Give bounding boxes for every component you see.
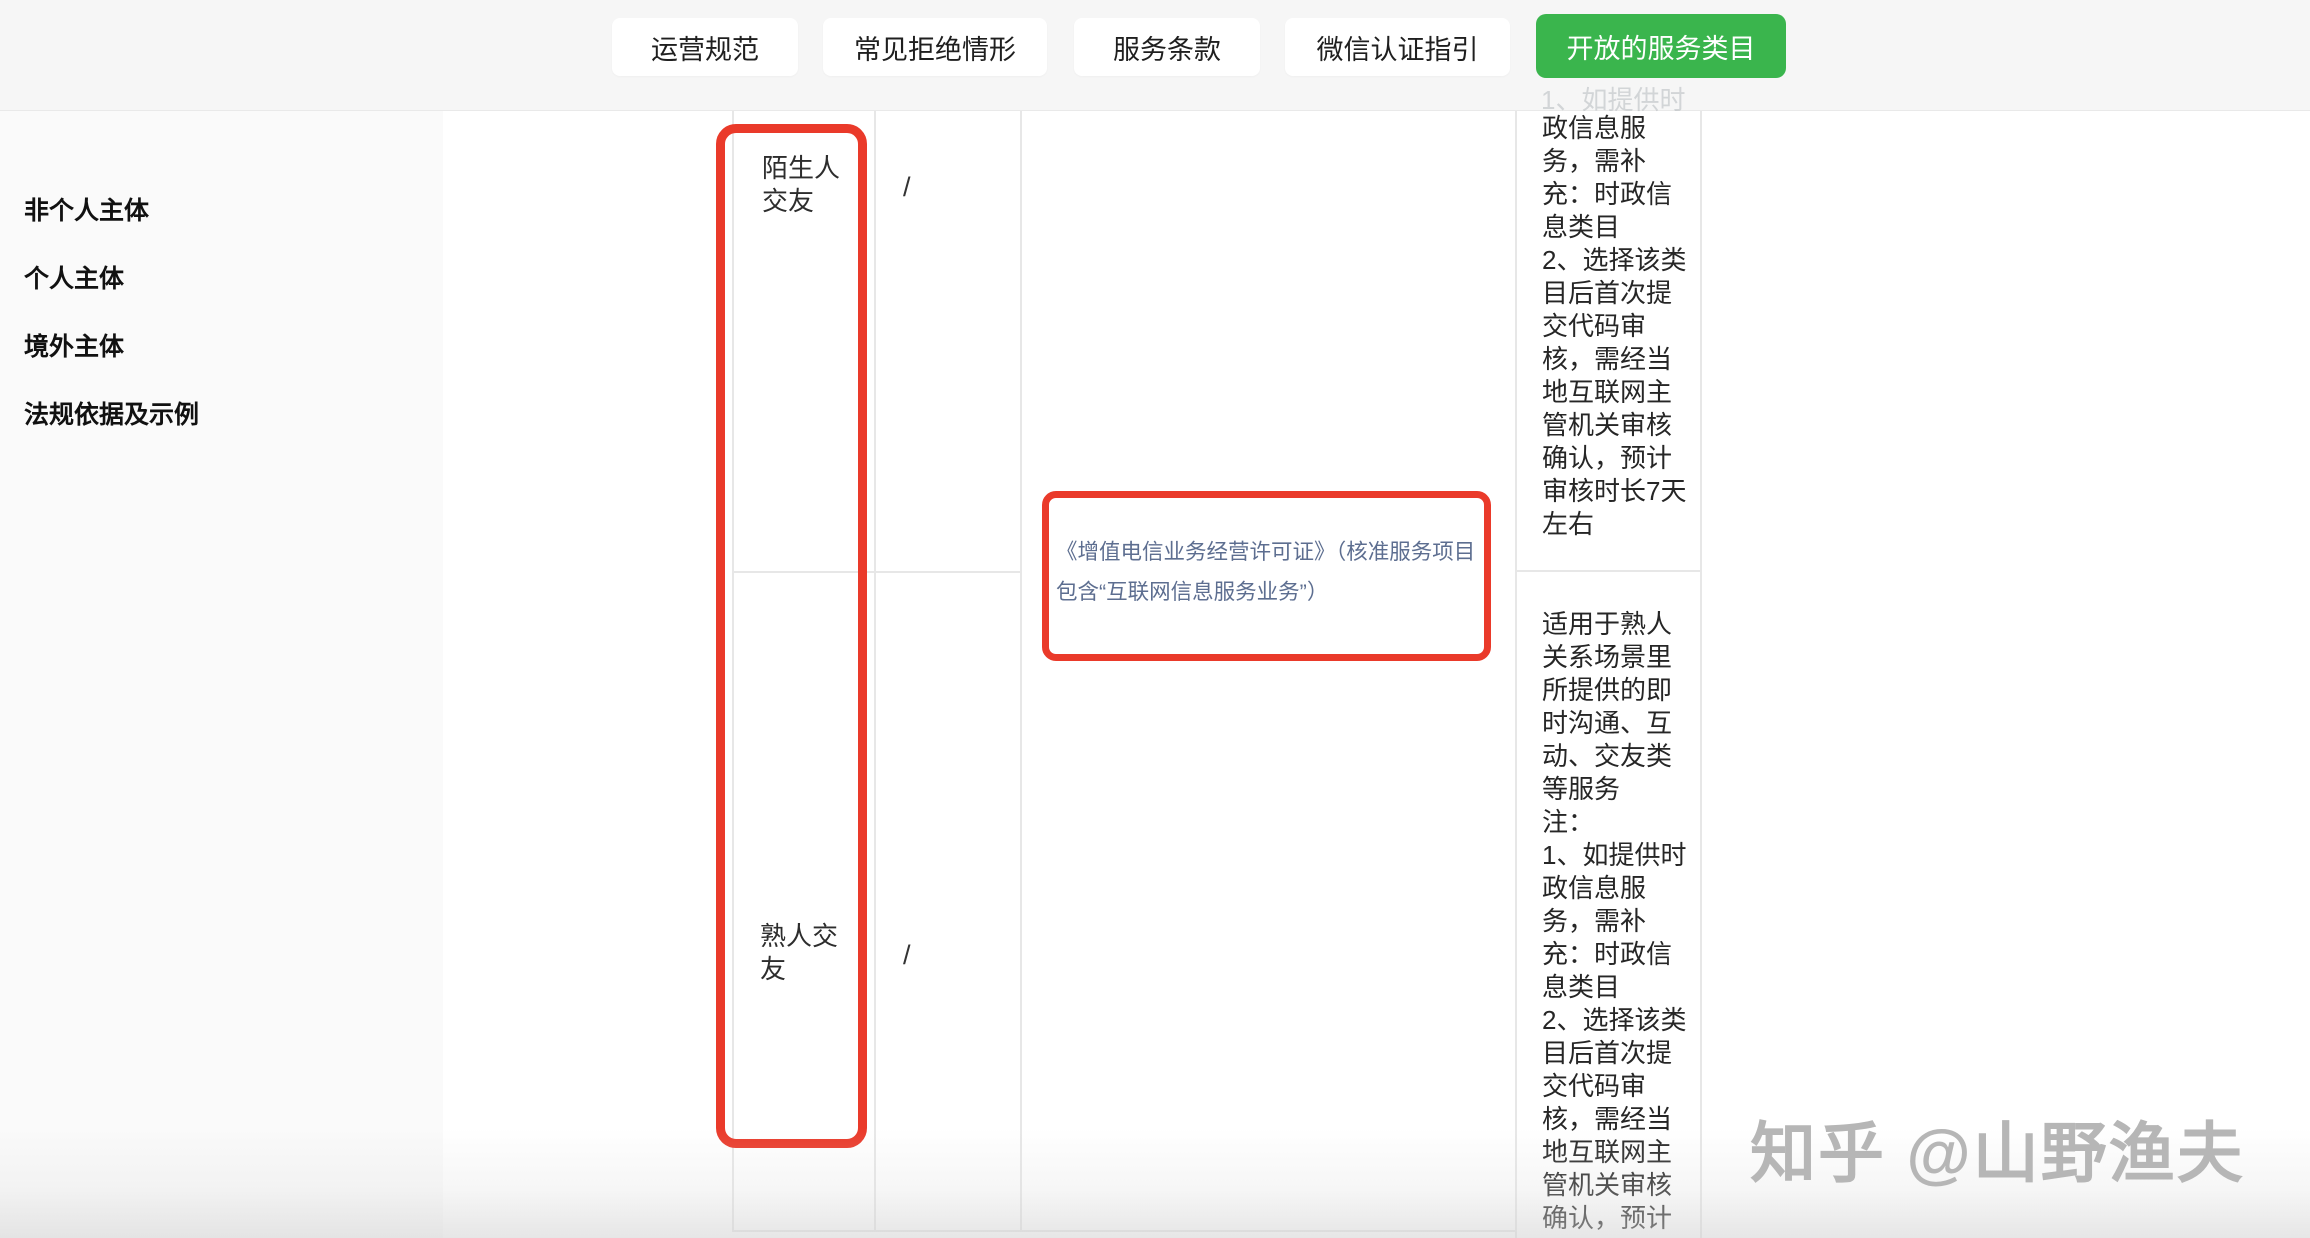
top-navigation-bar: 运营规范 常见拒绝情形 服务条款 微信认证指引 开放的服务类目 — [0, 0, 2310, 111]
highlight-box-category-column — [716, 124, 867, 1148]
table-cell-description-row1: 政信息服 务，需补 充：时政信 息类目 2、选择该类 目后首次提 交代码审 核，… — [1542, 112, 1712, 541]
table-gridline-vertical — [1020, 110, 1022, 1231]
sidebar-item-legal-basis-and-examples[interactable]: 法规依据及示例 — [24, 395, 199, 431]
table-gridline-vertical — [1515, 110, 1517, 1238]
table-gridline-vertical — [874, 110, 876, 1231]
table-gridline-horizontal — [1515, 570, 1702, 572]
nav-button-operation-rules[interactable]: 运营规范 — [612, 18, 798, 76]
table-cell-license-requirement: 《增值电信业务经营许可证》（核准服务项目 包含“互联网信息服务业务”） — [1056, 532, 1488, 612]
sidebar-item-personal-entity[interactable]: 个人主体 — [24, 259, 124, 295]
sidebar-item-non-personal-entity[interactable]: 非个人主体 — [24, 191, 149, 227]
table-cell-description-row2: 适用于熟人 关系场景里 所提供的即 时沟通、互 动、交友类 等服务 注： 1、如… — [1542, 608, 1712, 1235]
table-gridline-horizontal — [732, 1230, 1517, 1232]
scrolled-text-under-header: 1、如提供时 — [1541, 80, 1685, 117]
sidebar-item-overseas-entity[interactable]: 境外主体 — [24, 327, 124, 363]
zhihu-watermark: 知乎 @山野渔夫 — [1750, 1100, 2245, 1196]
nav-button-open-service-categories[interactable]: 开放的服务类目 — [1536, 14, 1786, 78]
table-cell-qualification-row1: / — [903, 172, 911, 203]
page: 运营规范 常见拒绝情形 服务条款 微信认证指引 开放的服务类目 1、如提供时 非… — [0, 0, 2310, 1238]
table-cell-qualification-row2: / — [903, 940, 911, 971]
nav-button-common-rejections[interactable]: 常见拒绝情形 — [823, 18, 1047, 76]
nav-button-terms-of-service[interactable]: 服务条款 — [1074, 18, 1260, 76]
nav-button-wechat-verification-guide[interactable]: 微信认证指引 — [1285, 18, 1510, 76]
